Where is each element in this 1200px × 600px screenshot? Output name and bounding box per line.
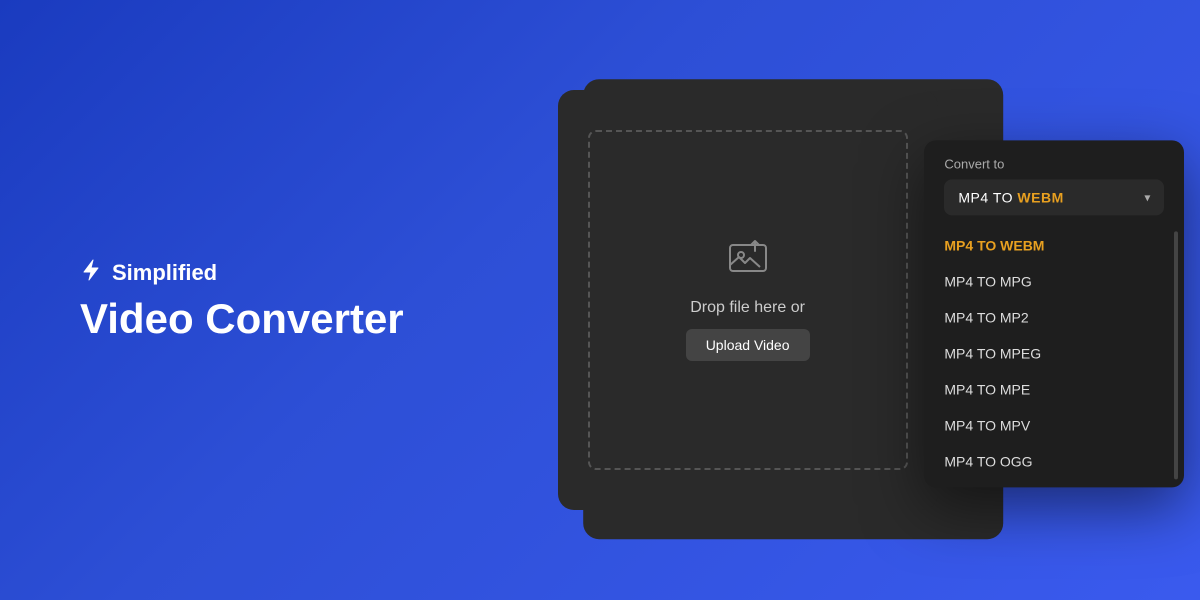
dropdown-item-mp2[interactable]: MP4 TO MP2	[924, 299, 1184, 335]
chevron-down-icon: ▾	[1144, 190, 1150, 204]
upload-dropzone[interactable]: Drop file here or Upload Video	[588, 130, 908, 470]
brand-section: Simplified Video Converter	[0, 258, 420, 342]
card-stack: Drop file here or Upload Video Convert t…	[420, 0, 1200, 600]
brand-title: Video Converter	[80, 296, 420, 342]
selected-option-highlight: WEBM	[1017, 189, 1063, 205]
dropdown-options-list: MP4 TO WEBM MP4 TO MPG MP4 TO MP2 MP4 TO…	[924, 223, 1184, 487]
upload-video-button[interactable]: Upload Video	[686, 329, 810, 361]
brand-icon	[80, 258, 104, 288]
convert-label: Convert to	[944, 156, 1164, 171]
selected-option-text: MP4 TO WEBM	[958, 189, 1063, 205]
dropdown-item-ogg[interactable]: MP4 TO OGG	[924, 443, 1184, 479]
convert-dropdown-panel: Convert to MP4 TO WEBM ▾ MP4 TO WEBM MP4…	[924, 140, 1184, 487]
drop-file-text: Drop file here or	[690, 299, 805, 317]
dropdown-item-mpg[interactable]: MP4 TO MPG	[924, 263, 1184, 299]
dropdown-item-mpe[interactable]: MP4 TO MPE	[924, 371, 1184, 407]
brand-name: Simplified	[112, 260, 217, 286]
dropdown-item-mpeg[interactable]: MP4 TO MPEG	[924, 335, 1184, 371]
dropdown-header: Convert to MP4 TO WEBM ▾	[924, 140, 1184, 223]
upload-card: Drop file here or Upload Video	[558, 90, 938, 510]
upload-image-icon	[728, 239, 768, 283]
dropdown-item-mpv[interactable]: MP4 TO MPV	[924, 407, 1184, 443]
brand-logo: Simplified	[80, 258, 420, 288]
dropdown-selected-option[interactable]: MP4 TO WEBM ▾	[944, 179, 1164, 215]
dropdown-item-webm[interactable]: MP4 TO WEBM	[924, 227, 1184, 263]
